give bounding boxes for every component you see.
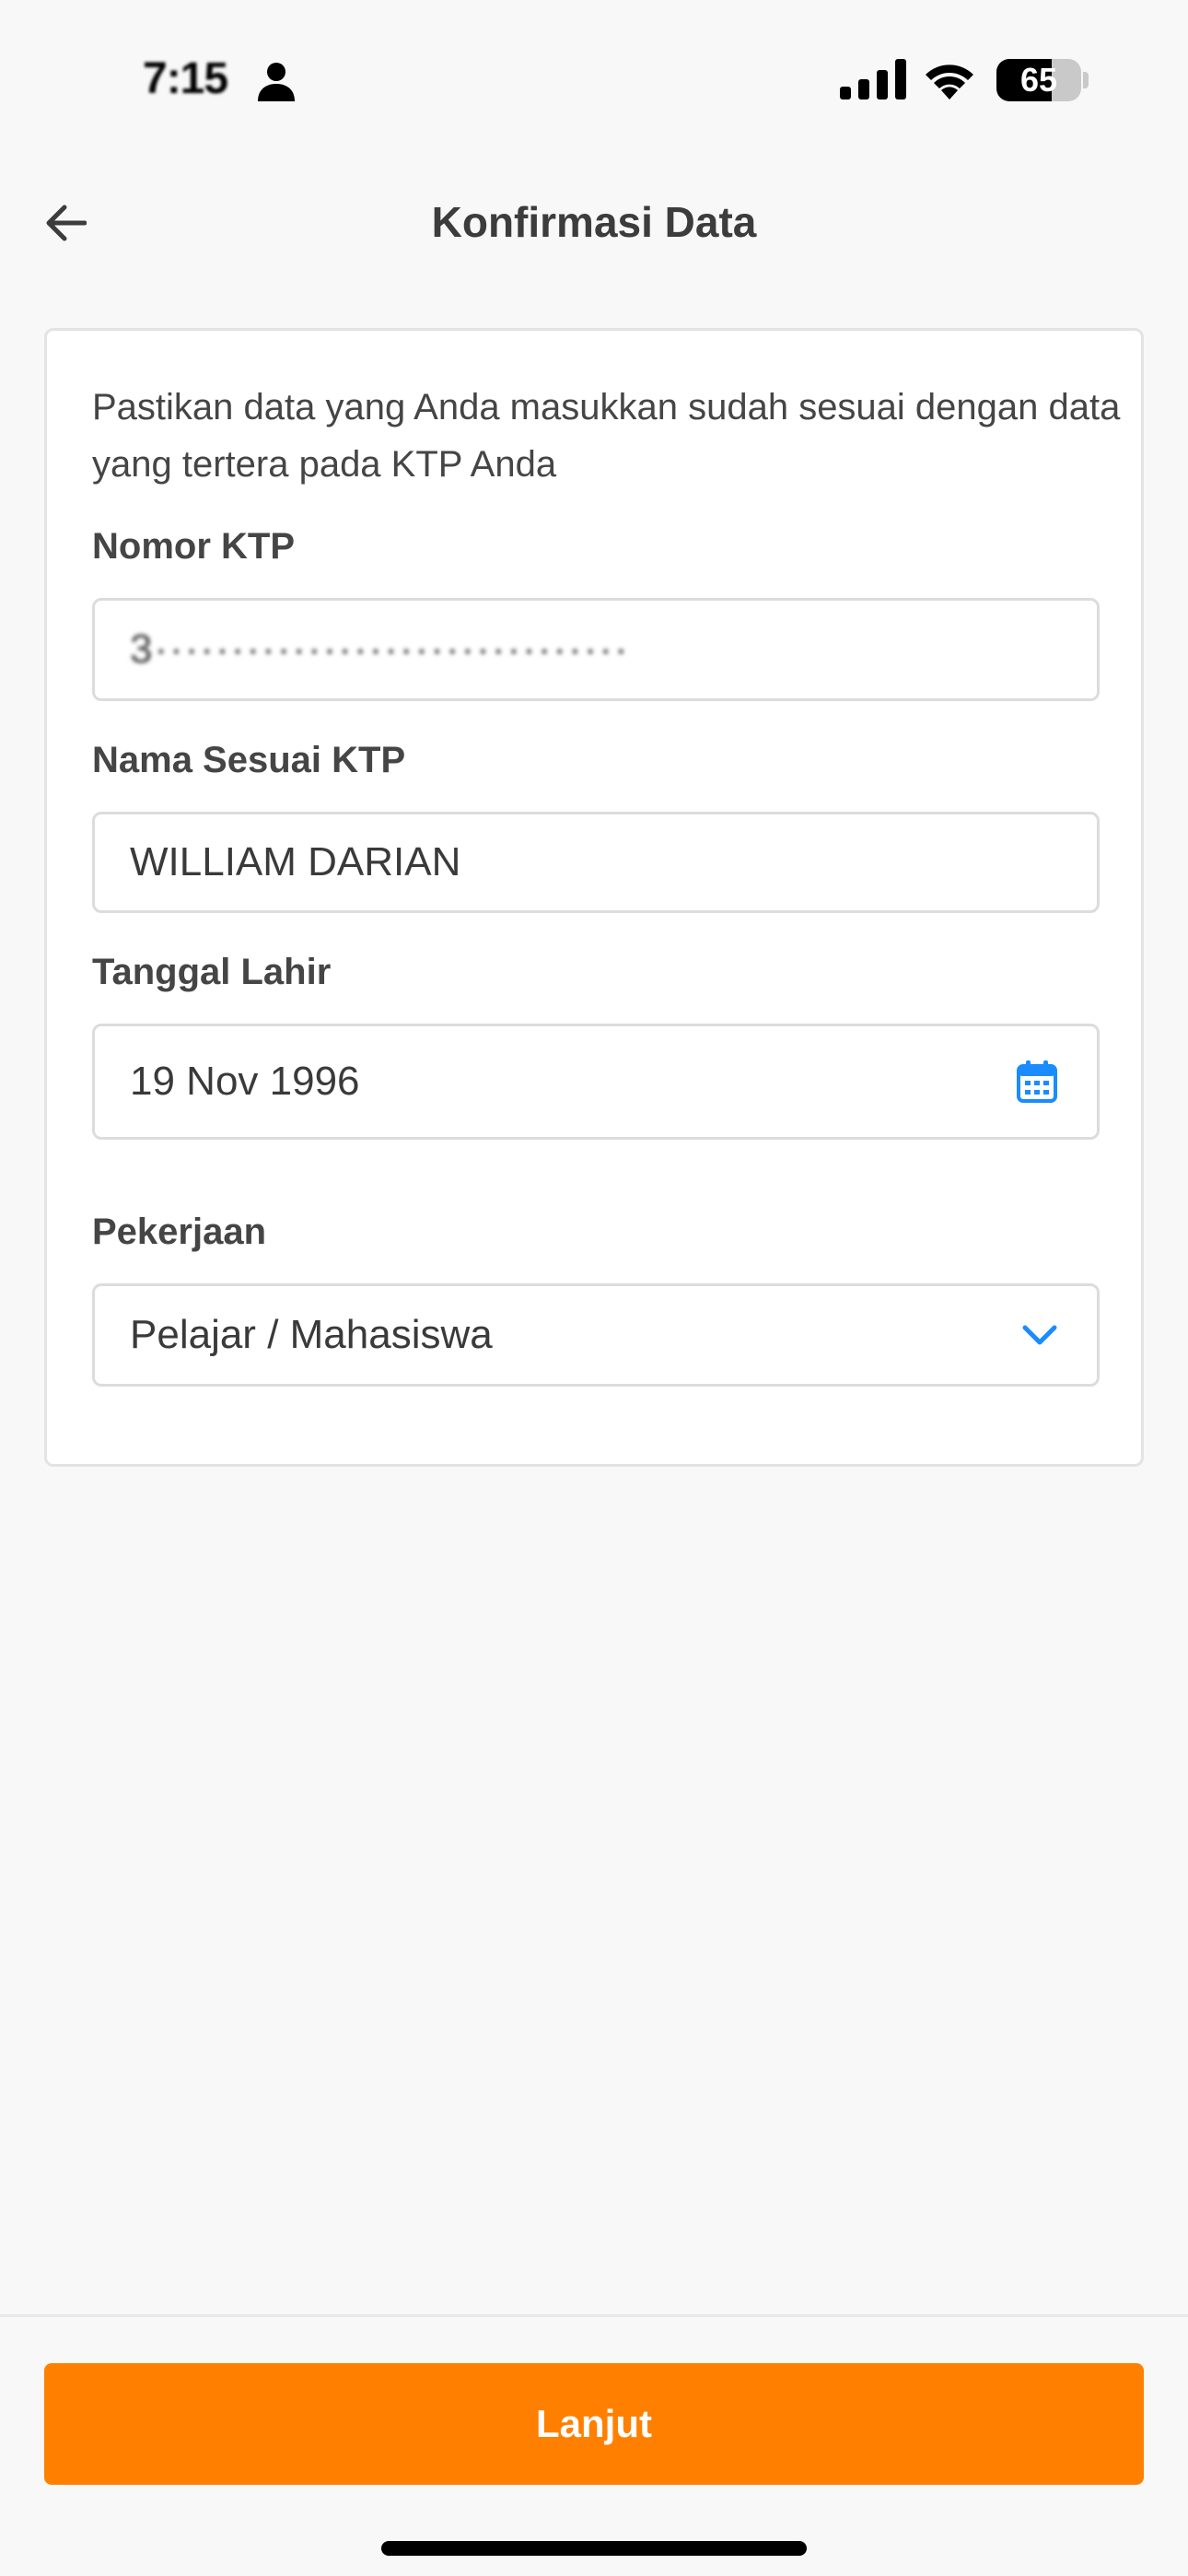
ktp-value: 3······························· — [130, 626, 630, 672]
status-time: 7:15 — [143, 54, 228, 103]
screen: 7:15 65 Konfirmasi Data Pastikan data ya… — [0, 0, 1188, 2576]
chevron-down-icon — [1022, 1325, 1057, 1345]
battery-cap — [1083, 72, 1089, 88]
wifi-icon — [926, 64, 973, 100]
header: Konfirmasi Data — [0, 157, 1188, 295]
confirmation-card: Pastikan data yang Anda masukkan sudah s… — [44, 328, 1144, 1467]
job-value: Pelajar / Mahasiswa — [130, 1312, 493, 1357]
name-label: Nama Sesuai KTP — [92, 740, 406, 780]
continue-button[interactable]: Lanjut — [44, 2363, 1144, 2485]
name-field[interactable]: WILLIAM DARIAN — [92, 812, 1100, 913]
signal-icon — [840, 59, 906, 100]
status-bar: 7:15 65 — [0, 0, 1188, 157]
home-indicator[interactable] — [381, 2541, 807, 2556]
calendar-icon[interactable] — [1016, 1060, 1058, 1104]
dob-value: 19 Nov 1996 — [130, 1059, 360, 1104]
battery-icon: 65 — [996, 59, 1081, 101]
dob-field[interactable]: 19 Nov 1996 — [92, 1024, 1100, 1140]
ktp-field[interactable]: 3······························· — [92, 598, 1100, 701]
name-value: WILLIAM DARIAN — [130, 839, 461, 884]
bottom-bar: Lanjut — [0, 2314, 1188, 2576]
page-title: Konfirmasi Data — [431, 198, 757, 246]
job-select[interactable]: Pelajar / Mahasiswa — [92, 1283, 1100, 1387]
dob-label: Tanggal Lahir — [92, 952, 332, 992]
ktp-label: Nomor KTP — [92, 526, 295, 567]
person-icon — [258, 63, 295, 101]
intro-text: Pastikan data yang Anda masukkan sudah s… — [92, 387, 1121, 485]
battery-percent: 65 — [1019, 61, 1058, 99]
job-label: Pekerjaan — [92, 1212, 267, 1252]
